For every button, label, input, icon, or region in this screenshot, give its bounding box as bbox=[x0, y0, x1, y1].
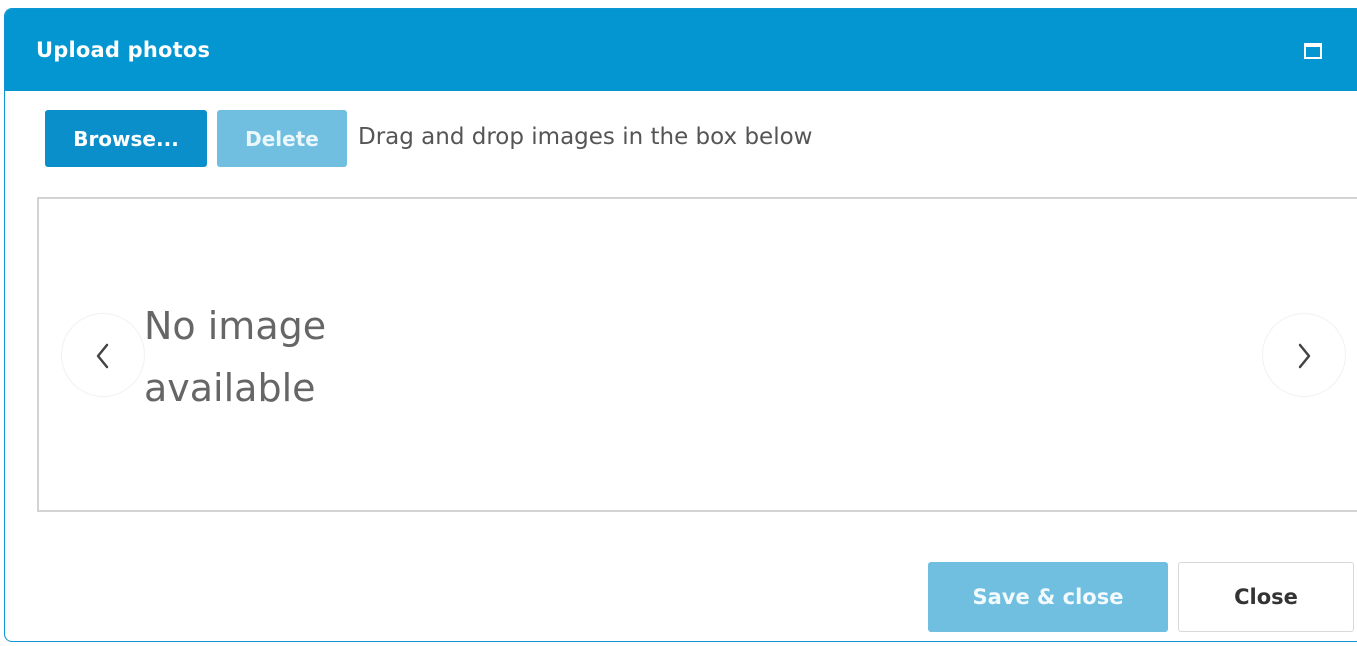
drag-drop-hint: Drag and drop images in the box below bbox=[358, 124, 813, 150]
no-image-message: No image available bbox=[144, 304, 327, 410]
save-and-close-button[interactable]: Save & close bbox=[928, 562, 1168, 632]
upload-toolbar: Browse... Delete Drag and drop images in… bbox=[45, 110, 1045, 167]
dialog-titlebar: Upload photos bbox=[5, 9, 1357, 91]
delete-button[interactable]: Delete bbox=[217, 110, 347, 167]
maximize-icon[interactable] bbox=[1304, 43, 1322, 59]
previous-image-button[interactable] bbox=[62, 314, 144, 396]
upload-photos-dialog: Upload photos Browse... Delete Drag and … bbox=[4, 8, 1357, 642]
image-drop-zone[interactable]: No image available bbox=[37, 197, 1357, 512]
chevron-right-icon bbox=[1298, 343, 1311, 369]
dialog-title: Upload photos bbox=[36, 38, 211, 62]
browse-button[interactable]: Browse... bbox=[45, 110, 207, 167]
chevron-left-icon bbox=[96, 343, 109, 369]
next-image-button[interactable] bbox=[1263, 314, 1345, 396]
close-button[interactable]: Close bbox=[1178, 562, 1354, 632]
